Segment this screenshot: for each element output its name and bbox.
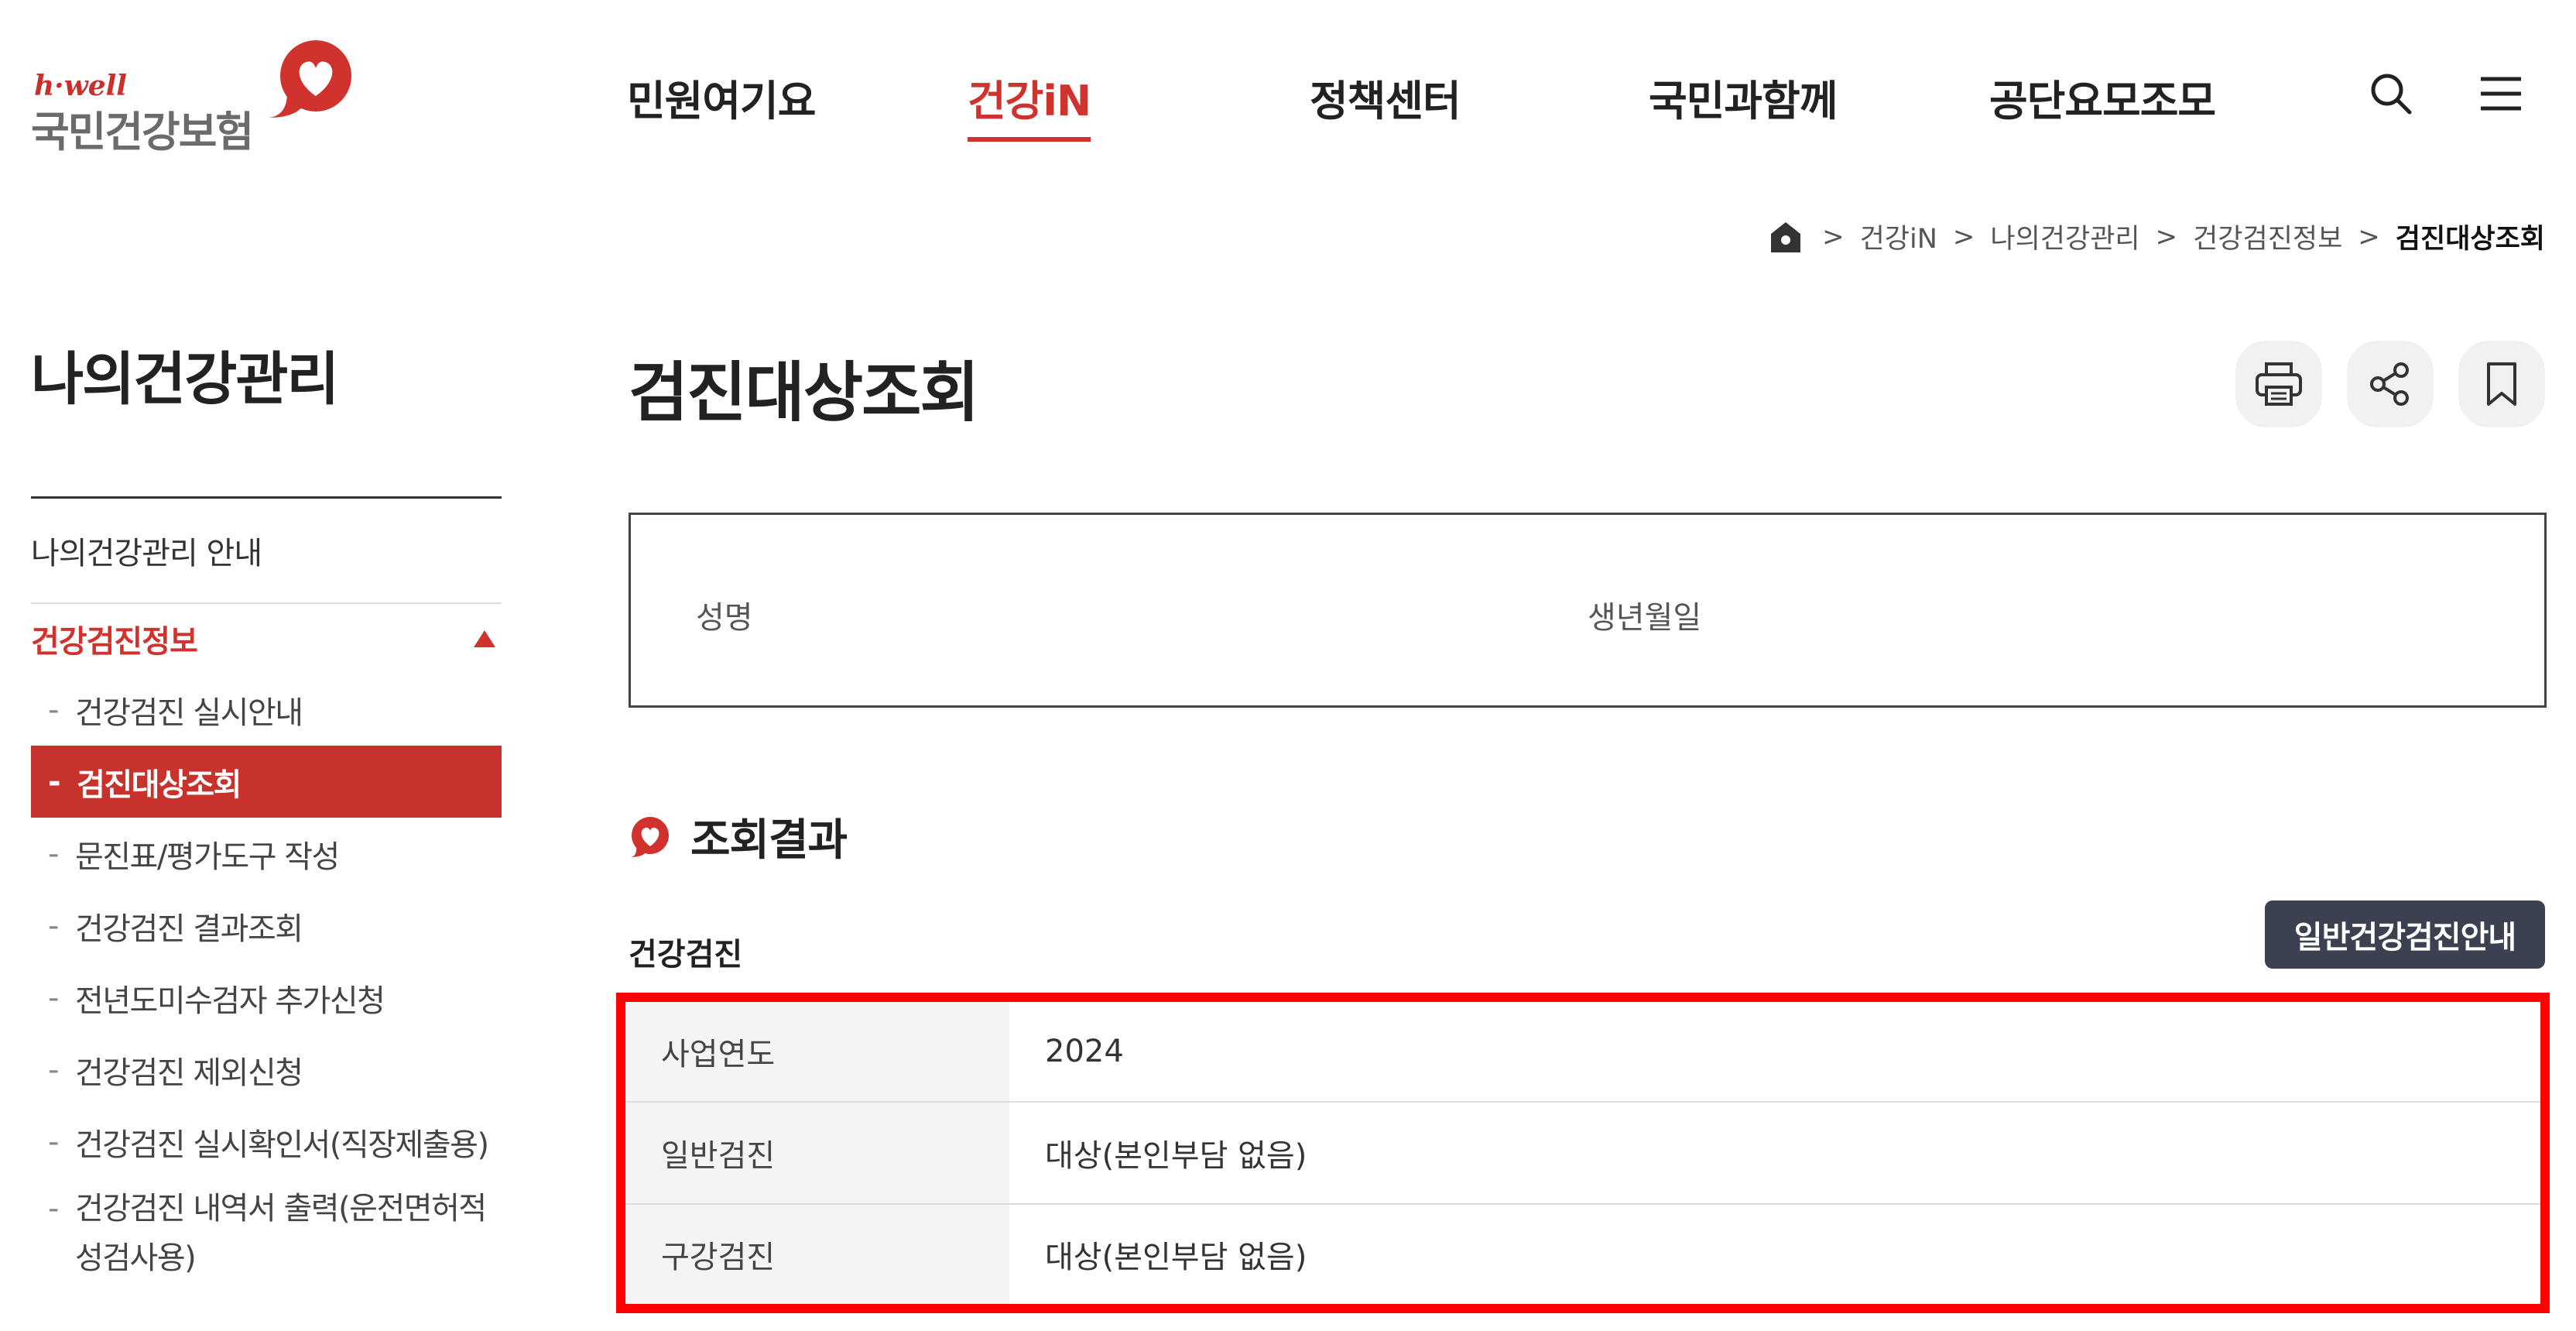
row-label-dental-checkup: 구강검진	[625, 1203, 1009, 1304]
breadcrumb-current: 검진대상조회	[2395, 224, 2545, 255]
submenu-item-label: 건강검진 실시확인서(직장제출용)	[74, 1127, 489, 1163]
result-heading: 조회결과	[629, 805, 848, 868]
submenu-item-label: 검진대상조회	[77, 767, 242, 803]
page-title: 검진대상조회	[629, 355, 980, 431]
submenu-dash: -	[48, 1123, 59, 1160]
row-label-year: 사업연도	[625, 1002, 1009, 1103]
breadcrumb-checkup-info[interactable]: 건강검진정보	[2193, 217, 2342, 256]
submenu-item-confirmation[interactable]: - 건강검진 실시확인서(직장제출용)	[31, 1106, 502, 1178]
row-value-general-checkup: 대상(본인부담 없음)	[1009, 1102, 2540, 1205]
name-label: 성명	[696, 600, 753, 636]
row-label-general-checkup: 일반검진	[625, 1102, 1009, 1205]
breadcrumb-my-health[interactable]: 나의건강관리	[1990, 217, 2139, 256]
nav-item-about[interactable]: 공단요모조모	[1989, 67, 2216, 128]
share-icon	[2370, 362, 2409, 406]
sidebar-item-my-health-guide[interactable]: 나의건강관리 안내	[31, 499, 502, 604]
row-value-year: 2024	[1009, 1002, 2540, 1103]
submenu-dash: -	[48, 835, 59, 872]
breadcrumb-separator: >	[1952, 221, 1975, 252]
sidebar-item-label: 나의건강관리 안내	[31, 536, 262, 571]
submenu-item-checkup-guide[interactable]: - 건강검진 실시안내	[31, 674, 502, 746]
submenu-dash: -	[48, 1051, 59, 1088]
table-row: 일반검진 대상(본인부담 없음)	[625, 1102, 2540, 1205]
sidebar-submenu: - 건강검진 실시안내 - 검진대상조회 - 문진표/평가도구 작성 - 건강검진 결과…	[31, 674, 502, 1278]
breadcrumb-separator: >	[1822, 221, 1845, 252]
caret-up-icon	[474, 630, 495, 647]
heart-logo-icon	[269, 40, 351, 118]
table-row: 사업연도 2024	[625, 1002, 2540, 1103]
result-table: 사업연도 2024 일반검진 대상(본인부담 없음) 구강검진 대상(본인부담 …	[616, 993, 2550, 1313]
bookmark-icon	[2487, 362, 2516, 406]
submenu-item-questionnaire[interactable]: - 문진표/평가도구 작성	[31, 818, 502, 890]
submenu-item-label: 전년도미수검자 추가신청	[74, 983, 385, 1019]
submenu-item-exclusion-request[interactable]: - 건강검진 제외신청	[31, 1034, 502, 1106]
submenu-item-history-print[interactable]: - 건강검진 내역서 출력(운전면허적성검사용)	[31, 1178, 502, 1278]
hamburger-menu-icon[interactable]	[2474, 67, 2528, 121]
nhis-logo[interactable]: h·well 국민건강보험	[31, 37, 351, 156]
sidebar-title: 나의건강관리	[31, 333, 502, 499]
submenu-item-label: 건강검진 결과조회	[74, 911, 303, 947]
submenu-item-label: 건강검진 제외신청	[74, 1055, 303, 1091]
submenu-item-label: 건강검진 내역서 출력(운전면허적성검사용)	[74, 1191, 487, 1276]
heart-bullet-icon	[630, 816, 669, 857]
home-icon[interactable]	[1768, 218, 1807, 256]
submenu-dash: -	[48, 979, 59, 1016]
breadcrumb-separator: >	[2155, 221, 2178, 252]
breadcrumb-health-in[interactable]: 건강iN	[1860, 217, 1937, 256]
submenu-item-target-lookup[interactable]: - 검진대상조회	[31, 746, 502, 818]
logo-korean: 국민건강보험	[31, 108, 254, 156]
nav-item-policy-center[interactable]: 정책센터	[1310, 67, 1461, 128]
share-button[interactable]	[2347, 341, 2434, 427]
table-row: 구강검진 대상(본인부담 없음)	[625, 1203, 2540, 1304]
section-title: 건강검진	[629, 937, 743, 973]
submenu-item-label: 건강검진 실시안내	[74, 695, 303, 731]
nav-item-health-in[interactable]: 건강iN	[968, 67, 1091, 142]
result-title: 조회결과	[690, 815, 848, 866]
submenu-item-result-lookup[interactable]: - 건강검진 결과조회	[31, 890, 502, 962]
submenu-item-additional-request[interactable]: - 전년도미수검자 추가신청	[31, 962, 502, 1034]
sidebar-item-label: 건강검진정보	[31, 624, 198, 660]
breadcrumb-separator: >	[2358, 221, 2380, 252]
nav-item-with-people[interactable]: 국민과함께	[1649, 67, 1838, 128]
sidebar: 나의건강관리 나의건강관리 안내 건강검진정보 - 건강검진 실시안내 - 검진대상…	[31, 333, 502, 1278]
nav-item-minwon[interactable]: 민원여기요	[627, 67, 816, 128]
submenu-dash: -	[48, 691, 59, 728]
general-checkup-guide-button[interactable]: 일반건강검진안내	[2265, 900, 2545, 969]
print-icon	[2256, 362, 2302, 406]
row-value-dental-checkup: 대상(본인부담 없음)	[1009, 1203, 2540, 1304]
birthdate-label: 생년월일	[1588, 600, 1702, 636]
user-info-box: 성명 생년월일	[629, 513, 2547, 708]
submenu-dash: -	[48, 763, 61, 800]
sidebar-item-checkup-info[interactable]: 건강검진정보	[31, 604, 502, 674]
submenu-dash: -	[48, 1191, 59, 1226]
bookmark-button[interactable]	[2458, 341, 2545, 427]
submenu-item-label: 문진표/평가도구 작성	[74, 839, 340, 875]
breadcrumb: > 건강iN > 나의건강관리 > 건강검진정보 > 검진대상조회	[1768, 217, 2545, 256]
submenu-dash: -	[48, 907, 59, 944]
search-icon[interactable]	[2364, 67, 2418, 121]
site-header: h·well 국민건강보험 민원여기요 건강iN 정책센터 국민과함께 공단요모…	[0, 0, 2576, 178]
print-button[interactable]	[2235, 341, 2322, 427]
